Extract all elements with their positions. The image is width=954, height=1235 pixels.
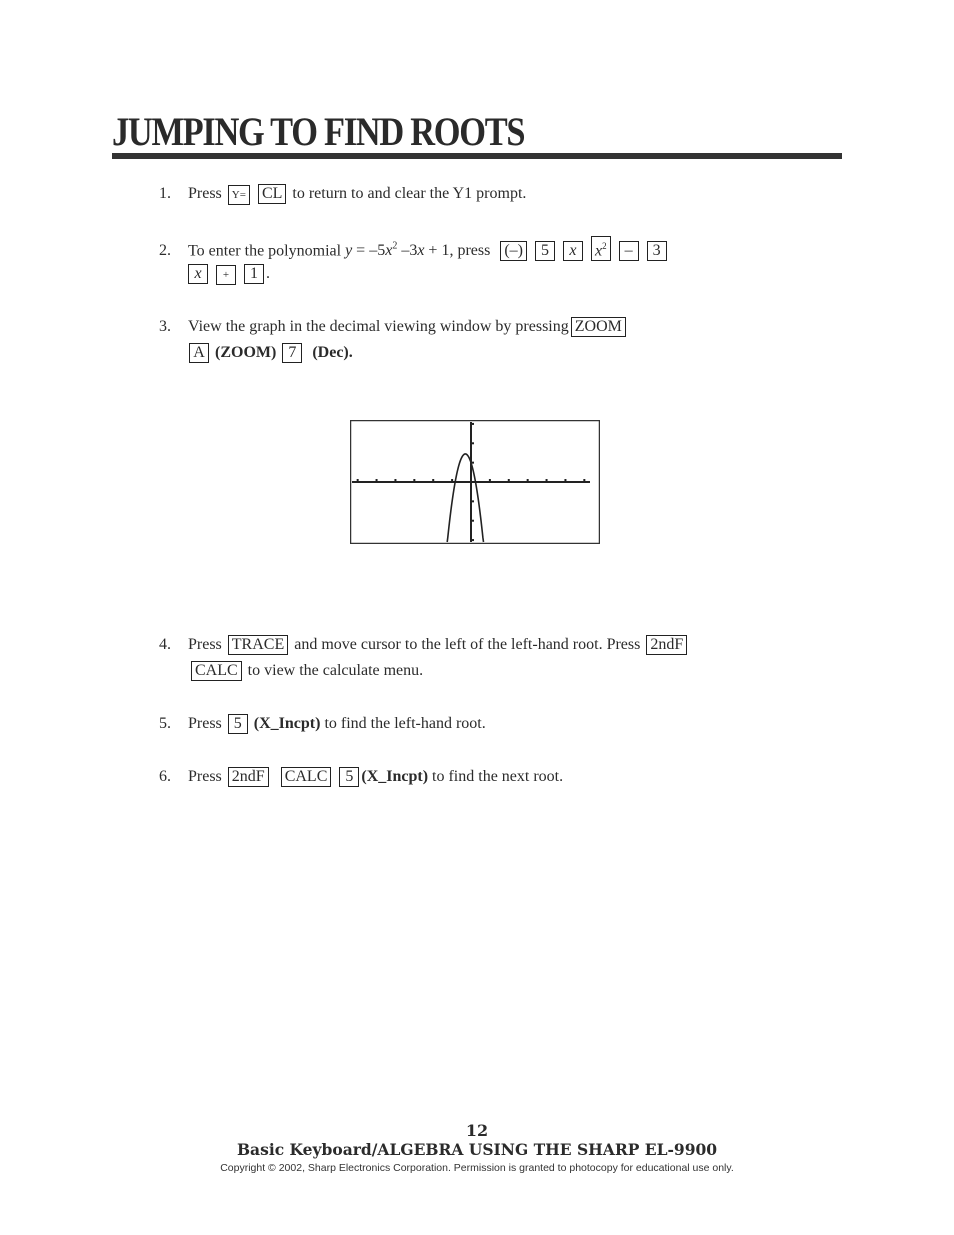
step-4: 4. Press TRACE and move cursor to the lef… — [159, 632, 689, 658]
key-5: 5 — [534, 241, 555, 262]
y-tick — [472, 442, 474, 445]
key-2ndf: 2ndF — [227, 767, 269, 787]
step-text: to find the next root. — [432, 768, 564, 785]
step-5: 5. Press 5 (X_Incpt) to find the left-han… — [159, 711, 486, 737]
key-x: x — [188, 264, 208, 284]
step-text: Press — [188, 185, 222, 202]
step-4-continued: CALC to view the calculate menu. — [188, 658, 423, 684]
key-calc: CALC — [280, 767, 332, 787]
key-minus: – — [618, 241, 639, 262]
copyright-notice: Copyright © 2002, Sharp Electronics Corp… — [220, 1162, 734, 1174]
page-number: 12 — [465, 1121, 489, 1140]
step-text: to view the calculate menu. — [247, 662, 424, 679]
step-number: 6. — [159, 768, 171, 785]
y-tick — [472, 539, 474, 542]
key-x-squared: x2 — [590, 236, 611, 262]
x-tick — [526, 479, 529, 481]
key-y-equals: Y= — [227, 185, 250, 205]
step-text: View the graph in the decimal viewing wi… — [188, 318, 569, 335]
x-tick — [375, 479, 378, 481]
key-3: 3 — [646, 241, 667, 262]
step-text: to return to and clear the Y1 prompt. — [292, 185, 527, 202]
x-tick — [432, 479, 435, 481]
step-text: and move cursor to the left of the left-… — [294, 636, 641, 653]
x-tick — [507, 479, 510, 481]
y-tick — [472, 461, 474, 464]
key-calc: CALC — [191, 661, 242, 681]
menu-label: (X_Incpt) — [361, 768, 429, 785]
step-number: 3. — [159, 318, 171, 335]
key-x: x — [562, 241, 583, 262]
key-5: 5 — [227, 714, 248, 734]
step-1: 1. Press Y= CL to return to and clear the… — [159, 181, 526, 207]
key-5: 5 — [339, 767, 360, 787]
x-tick — [413, 479, 416, 481]
y-tick — [472, 422, 474, 425]
y-tick — [472, 519, 474, 522]
step-text: to find the left-hand root. — [324, 715, 486, 732]
x-tick — [394, 479, 397, 481]
equation: y = –5x2 –3x + 1, press — [345, 241, 491, 260]
x-tick — [488, 479, 491, 481]
book-title: Basic Keyboard/ALGEBRA USING THE SHARP E… — [236, 1140, 718, 1159]
step-number: 4. — [159, 636, 171, 653]
menu-label: (ZOOM) — [215, 344, 277, 361]
calculator-graph-screen — [350, 420, 600, 544]
step-text: To enter the polynomial — [188, 242, 342, 260]
y-tick — [472, 500, 474, 503]
x-tick — [564, 479, 567, 481]
x-tick — [451, 479, 454, 481]
step-2-continued: x + 1. — [188, 261, 270, 287]
key-a: A — [189, 343, 209, 363]
title-rule — [112, 153, 842, 159]
step-text: Press — [188, 715, 222, 732]
key-7: 7 — [282, 343, 303, 363]
step-text: Press — [188, 768, 222, 785]
step-number: 2. — [159, 242, 171, 260]
key-cl: CL — [257, 184, 287, 204]
step-number: 1. — [159, 185, 171, 202]
key-2ndf: 2ndF — [646, 635, 688, 655]
step-number: 5. — [159, 715, 171, 732]
step-2: 2. To enter the polynomial y = –5x2 –3x +… — [159, 234, 669, 264]
key-plus: + — [216, 265, 236, 285]
page-title: JUMPING TO FIND ROOTS — [112, 109, 525, 154]
menu-label: (X_Incpt) — [253, 715, 321, 732]
step-3: 3. View the graph in the decimal viewing … — [159, 314, 628, 340]
menu-label: (Dec). — [312, 344, 353, 361]
step-3-continued: A (ZOOM) 7 (Dec). — [188, 340, 353, 366]
key-negative: (–) — [500, 241, 527, 262]
key-trace: TRACE — [227, 635, 289, 655]
key-zoom: ZOOM — [570, 317, 626, 337]
step-6: 6. Press 2ndF CALC 5 (X_Incpt) to find the… — [159, 764, 563, 790]
key-1: 1 — [244, 264, 264, 284]
x-tick — [545, 479, 548, 481]
x-tick — [356, 479, 359, 481]
x-tick — [583, 479, 586, 481]
step-text: Press — [188, 636, 222, 653]
